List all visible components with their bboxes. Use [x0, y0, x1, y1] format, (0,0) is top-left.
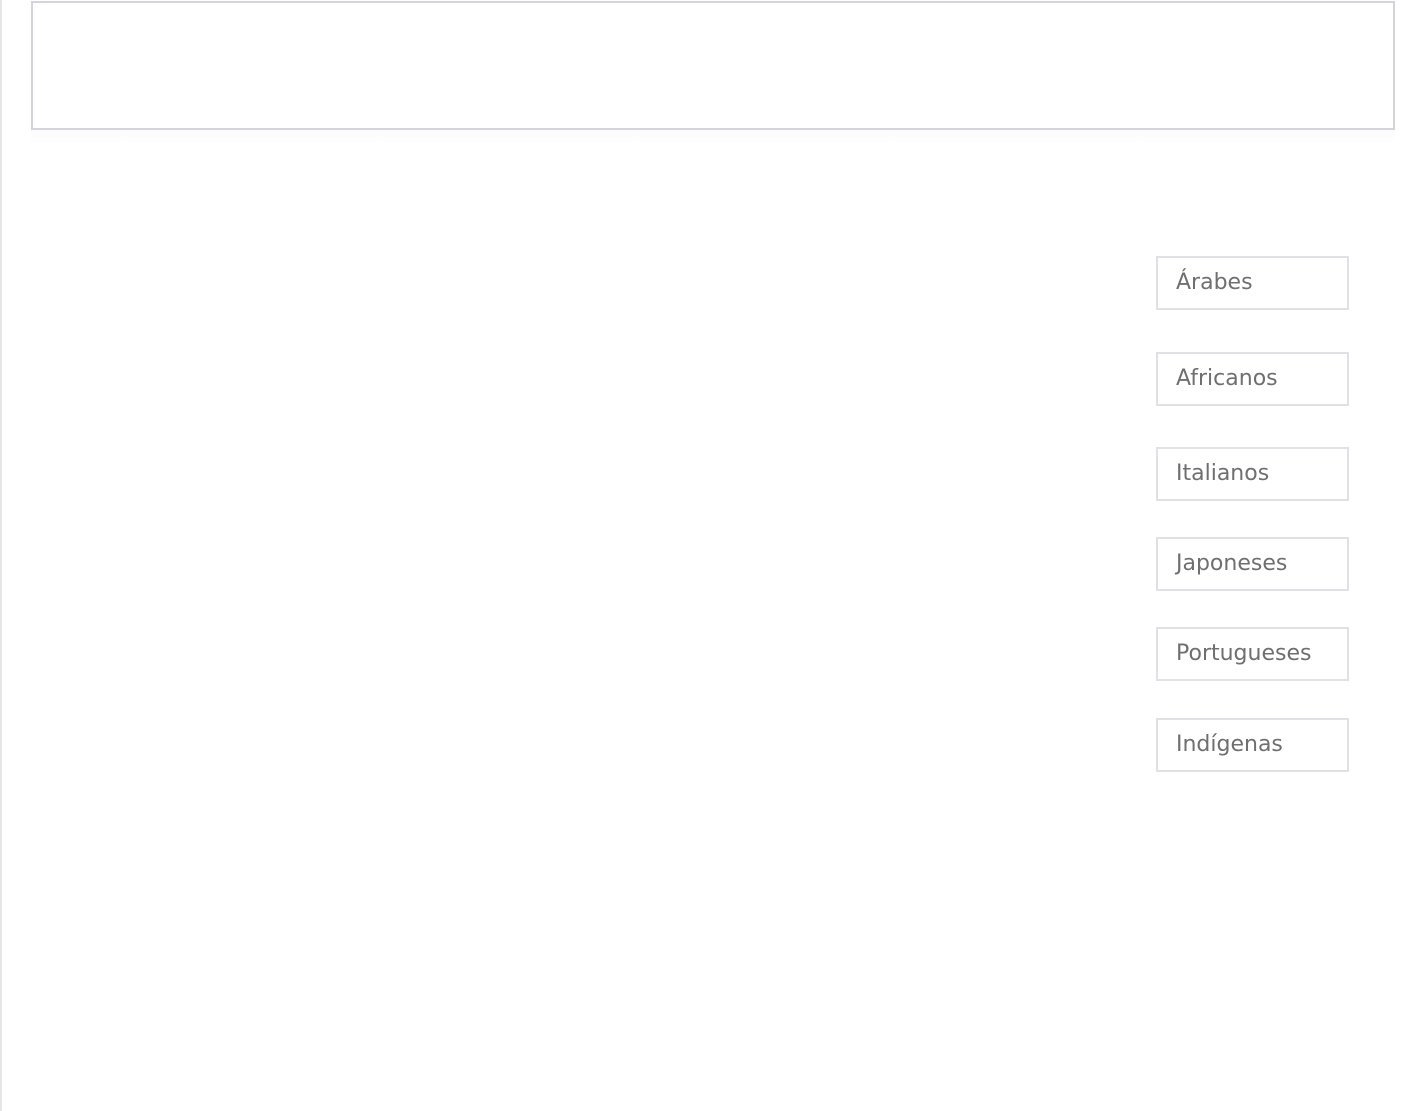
option-chip-indigenas[interactable]: Indígenas	[1156, 718, 1349, 772]
option-chip-arabes[interactable]: Árabes	[1156, 256, 1349, 310]
option-chip-italianos[interactable]: Italianos	[1156, 447, 1349, 501]
option-chip-africanos[interactable]: Africanos	[1156, 352, 1349, 406]
option-list: Árabes Africanos Italianos Japoneses Por…	[0, 0, 1426, 1111]
option-chip-portugueses[interactable]: Portugueses	[1156, 627, 1349, 681]
option-chip-japoneses[interactable]: Japoneses	[1156, 537, 1349, 591]
